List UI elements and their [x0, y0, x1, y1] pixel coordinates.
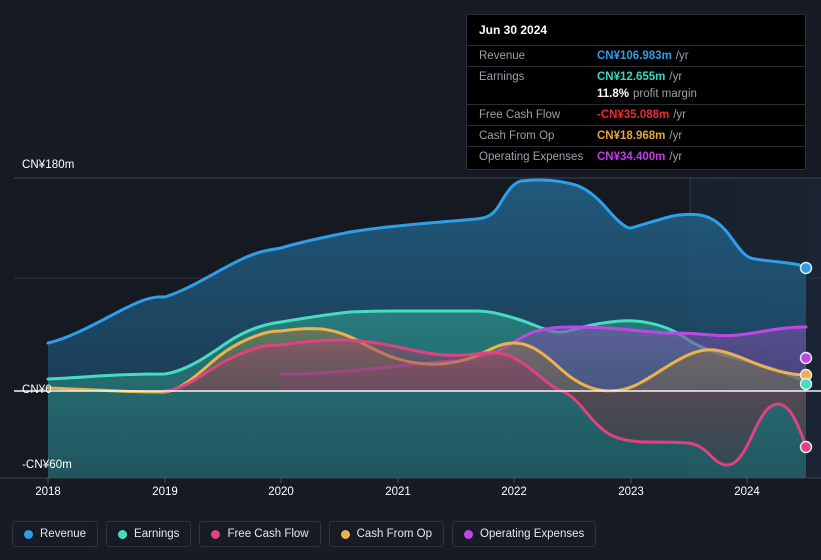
legend-dot-revenue-icon [24, 529, 33, 539]
x-axis-label-2022: 2022 [501, 486, 527, 498]
x-axis-label-2019: 2019 [152, 486, 178, 498]
chart-legend: Revenue Earnings Free Cash Flow Cash Fro… [0, 508, 821, 560]
tooltip-value-earnings: CN¥12.655m [597, 71, 666, 83]
tooltip-date: Jun 30 2024 [479, 23, 548, 37]
tooltip-suffix-profit-margin: profit margin [632, 88, 697, 100]
legend-label-revenue: Revenue [40, 528, 87, 540]
legend-dot-cash-from-op-icon [340, 529, 350, 539]
tooltip-value-free-cash-flow: -CN¥35.088m [597, 109, 670, 121]
legend-dot-earnings-icon [118, 529, 128, 539]
legend-label-free-cash-flow: Free Cash Flow [227, 528, 309, 540]
tooltip-row-profit-margin: 11.8% profit margin [467, 87, 805, 104]
legend-label-cash-from-op: Cash From Op [356, 528, 433, 540]
legend-item-earnings[interactable]: Earnings [106, 521, 192, 547]
x-axis-label-2018: 2018 [35, 486, 61, 498]
x-tick-marks [47, 478, 748, 483]
x-axis-label-2020: 2020 [268, 486, 294, 498]
end-marker-earnings [799, 377, 813, 391]
tooltip-label-cash-from-op: Cash From Op [479, 130, 555, 142]
y-axis-label-zero: CN¥0 [22, 384, 52, 396]
tooltip-label-earnings: Earnings [479, 71, 525, 83]
legend-label-earnings: Earnings [134, 528, 180, 540]
tooltip-suffix-earnings: /yr [669, 71, 683, 83]
chart-tooltip: Jun 30 2024 Revenue CN¥106.983m /yr Earn… [466, 14, 806, 170]
x-axis-label-2023: 2023 [618, 486, 644, 498]
legend-item-operating-expenses[interactable]: Operating Expenses [452, 521, 597, 547]
tooltip-suffix-revenue: /yr [675, 50, 689, 62]
tooltip-suffix-operating-expenses: /yr [669, 151, 683, 163]
legend-dot-free-cash-flow-icon [211, 529, 221, 539]
tooltip-row-earnings: Earnings CN¥12.655m /yr [467, 66, 805, 87]
tooltip-row-free-cash-flow: Free Cash Flow -CN¥35.088m /yr [467, 104, 805, 125]
y-axis-label-max: CN¥180m [22, 159, 75, 171]
tooltip-value-operating-expenses: CN¥34.400m [597, 151, 666, 163]
legend-item-cash-from-op[interactable]: Cash From Op [328, 521, 445, 547]
x-axis-label-2024: 2024 [734, 486, 760, 498]
legend-item-revenue[interactable]: Revenue [12, 521, 99, 547]
legend-item-free-cash-flow[interactable]: Free Cash Flow [199, 521, 321, 547]
tooltip-value-revenue: CN¥106.983m [597, 50, 672, 62]
tooltip-label-revenue: Revenue [479, 50, 526, 62]
tooltip-value-profit-margin: 11.8% [597, 88, 629, 100]
end-marker-operating-expenses [799, 351, 813, 365]
tooltip-row-revenue: Revenue CN¥106.983m /yr [467, 45, 805, 66]
tooltip-label-free-cash-flow: Free Cash Flow [479, 109, 561, 121]
tooltip-suffix-free-cash-flow: /yr [673, 109, 687, 121]
tooltip-row-operating-expenses: Operating Expenses CN¥34.400m /yr [467, 146, 805, 167]
end-marker-revenue [799, 261, 813, 275]
end-marker-free-cash-flow [799, 440, 813, 454]
tooltip-value-cash-from-op: CN¥18.968m [597, 130, 666, 142]
tooltip-suffix-cash-from-op: /yr [669, 130, 683, 142]
legend-dot-operating-expenses-icon [464, 529, 474, 539]
y-axis-label-min: -CN¥60m [22, 459, 72, 471]
tooltip-row-cash-from-op: Cash From Op CN¥18.968m /yr [467, 125, 805, 146]
financial-chart-widget: CN¥180m CN¥0 -CN¥60m 2018 2019 2020 2021… [0, 0, 821, 560]
x-axis-label-2021: 2021 [385, 486, 411, 498]
legend-label-operating-expenses: Operating Expenses [480, 528, 585, 540]
tooltip-label-operating-expenses: Operating Expenses [479, 151, 584, 163]
